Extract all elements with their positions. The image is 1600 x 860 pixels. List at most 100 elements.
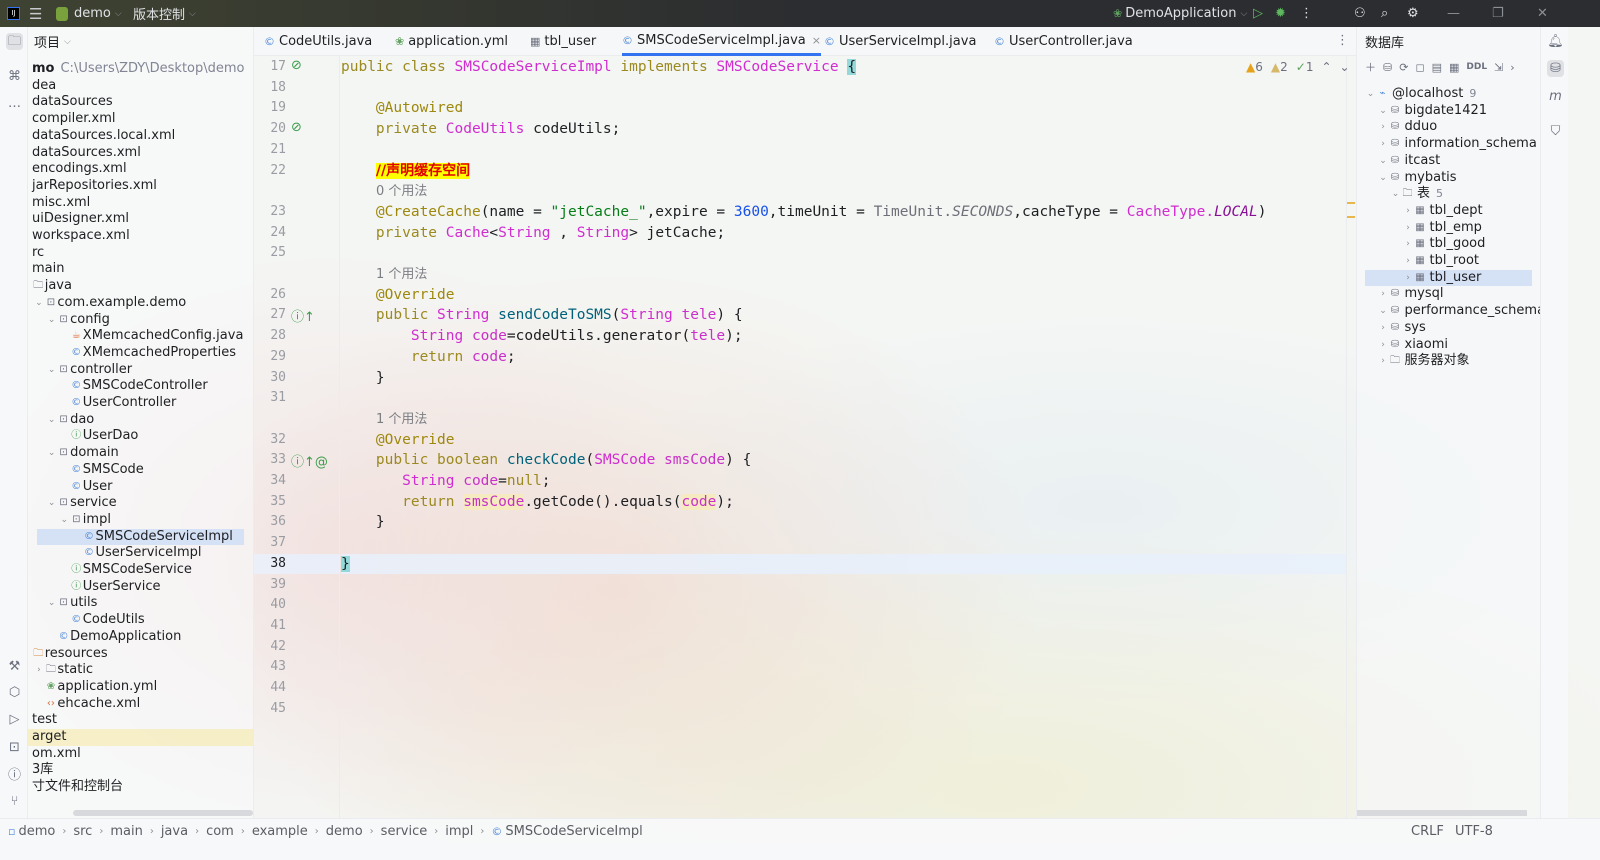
db-tree-item[interactable]: › ⛁ xiaomi bbox=[1357, 337, 1540, 354]
tree-item[interactable]: ⌄ ⊡ domain bbox=[28, 445, 253, 462]
usage-hint-text[interactable]: 0 个用法 bbox=[376, 184, 427, 199]
tree-item[interactable]: © SMSCode bbox=[28, 462, 253, 479]
tree-item[interactable]: 🗀 java bbox=[28, 278, 253, 295]
settings-icon[interactable]: ⚙ bbox=[1407, 0, 1419, 27]
file-encoding[interactable]: UTF-8 bbox=[1455, 824, 1493, 839]
db-tree-item[interactable]: ⌄ ⌁ @localhost 9 bbox=[1357, 86, 1540, 103]
tab-application-yml[interactable]: ❀ application.yml bbox=[395, 27, 508, 56]
breadcrumb-item[interactable]: SMSCodeServiceImpl bbox=[505, 824, 642, 839]
jump-icon[interactable]: ⇲ bbox=[1494, 61, 1503, 74]
bean-injection-icon[interactable]: ⊘ bbox=[291, 120, 302, 135]
maven-icon[interactable]: m bbox=[1547, 88, 1564, 105]
build-icon[interactable]: ⚒ bbox=[6, 658, 23, 675]
chevron-down-icon[interactable]: ⌄ bbox=[1378, 103, 1389, 120]
db-tree-item[interactable]: › ⛁ sys bbox=[1357, 320, 1540, 337]
table-view-icon[interactable]: ▦ bbox=[1449, 61, 1459, 74]
implemented-override-icon[interactable]: ⓘ↑@ bbox=[291, 451, 328, 470]
refresh-icon[interactable]: ⟳ bbox=[1399, 61, 1408, 74]
chevron-down-icon[interactable]: ⌄ bbox=[1378, 170, 1389, 187]
tab-codeutils-java[interactable]: © CodeUtils.java bbox=[264, 27, 372, 56]
code-editor[interactable]: public class SMSCodeServiceImpl implemen… bbox=[341, 56, 1346, 818]
chevron-down-icon[interactable]: ⌄ bbox=[46, 595, 57, 612]
structure-tool-icon[interactable]: ⌘ bbox=[6, 68, 23, 85]
chevron-right-icon[interactable]: › bbox=[1403, 203, 1414, 220]
db-tree-item[interactable]: › ▦ tbl_emp bbox=[1357, 220, 1540, 237]
next-highlight-icon[interactable]: ⌄ bbox=[1340, 60, 1350, 74]
tree-item[interactable]: © CodeUtils bbox=[28, 612, 253, 629]
notifications-icon[interactable]: 🔔︎ bbox=[1547, 33, 1564, 50]
tree-item[interactable]: © SMSCodeController bbox=[28, 378, 253, 395]
breadcrumb-item[interactable]: example bbox=[252, 824, 308, 839]
more-tools-icon[interactable]: … bbox=[6, 95, 23, 112]
run-tool-icon[interactable]: ▷ bbox=[6, 711, 23, 728]
db-tree-item[interactable]: ⌄ ⛁ bigdate1421 bbox=[1357, 103, 1540, 120]
chevron-right-icon[interactable]: › bbox=[1378, 119, 1389, 136]
chevron-down-icon[interactable]: ⌄ bbox=[46, 495, 57, 512]
breadcrumb-item[interactable]: com bbox=[206, 824, 234, 839]
tree-item[interactable]: misc.xml bbox=[28, 195, 253, 212]
tree-item[interactable]: workspace.xml bbox=[28, 228, 253, 245]
add-icon[interactable]: ＋ bbox=[1365, 59, 1376, 75]
usage-hint-text[interactable]: 1 个用法 bbox=[376, 267, 427, 282]
services-icon[interactable]: ⬡ bbox=[6, 684, 23, 701]
close-icon[interactable]: ✕ bbox=[1537, 0, 1548, 27]
tree-item[interactable]: mo C:\Users\ZDY\Desktop\demo bbox=[28, 61, 253, 78]
ddl-button[interactable]: DDL bbox=[1466, 62, 1487, 72]
db-tree-item[interactable]: ⌄ 🗀 表 5 bbox=[1357, 186, 1540, 203]
tree-item[interactable]: uiDesigner.xml bbox=[28, 211, 253, 228]
tree-item[interactable]: dataSources bbox=[28, 94, 253, 111]
chevron-right-icon[interactable]: › bbox=[1403, 253, 1414, 270]
tree-item[interactable]: 寸文件和控制台 bbox=[28, 779, 253, 796]
chevron-down-icon[interactable]: ⌄ bbox=[1378, 153, 1389, 170]
tree-item[interactable]: ⓘ UserDao bbox=[28, 428, 253, 445]
git-icon[interactable]: ⑂ bbox=[6, 793, 23, 810]
chevron-down-icon[interactable]: ⌄ bbox=[46, 412, 57, 429]
tree-item[interactable]: rc bbox=[28, 245, 253, 262]
implements-method-icon[interactable]: ⓘ↑ bbox=[291, 306, 315, 325]
tree-item[interactable]: jarRepositories.xml bbox=[28, 178, 253, 195]
db-tree-item[interactable]: › ▦ tbl_good bbox=[1357, 236, 1540, 253]
tab-close-icon[interactable]: × bbox=[812, 34, 821, 47]
minimize-icon[interactable]: — bbox=[1447, 0, 1460, 27]
breadcrumb-item[interactable]: java bbox=[161, 824, 188, 839]
editor-scrollbar[interactable] bbox=[1346, 56, 1355, 818]
breadcrumb-item[interactable]: src bbox=[73, 824, 92, 839]
chevron-down-icon[interactable]: ⌄ bbox=[1378, 303, 1389, 320]
chevron-right-icon[interactable]: › bbox=[1378, 337, 1389, 354]
inspection-widget[interactable]: ▲6 ▲2 ✓1 ⌃ ⌄ bbox=[1246, 58, 1350, 76]
project-panel-header[interactable]: 项目 ⌵ bbox=[34, 32, 71, 51]
chevron-down-icon[interactable]: ⌄ bbox=[46, 362, 57, 379]
breadcrumb-item[interactable]: demo bbox=[18, 824, 55, 839]
tab-smscodeserviceimpl-java[interactable]: © SMSCodeServiceImpl.java × bbox=[622, 27, 821, 56]
chevron-right-icon[interactable]: › bbox=[1378, 286, 1389, 303]
db-tree-item[interactable]: › ⛁ information_schema bbox=[1357, 136, 1540, 153]
db-tree-item[interactable]: › 🗀 服务器对象 bbox=[1357, 353, 1540, 370]
tree-item[interactable]: 🗀 resources bbox=[28, 646, 253, 663]
tree-item[interactable]: om.xml bbox=[28, 746, 253, 763]
tree-item[interactable]: ❀ application.yml bbox=[28, 679, 253, 696]
tree-item[interactable]: test bbox=[28, 712, 253, 729]
tree-item[interactable]: © UserController bbox=[28, 395, 253, 412]
tree-item[interactable]: © SMSCodeServiceImpl bbox=[37, 528, 244, 546]
tab-userserviceimpl-java[interactable]: © UserServiceImpl.java bbox=[824, 27, 976, 56]
tree-item[interactable]: dataSources.local.xml bbox=[28, 128, 253, 145]
problems-icon[interactable]: ⓘ bbox=[6, 767, 23, 784]
bean-injection-icon[interactable]: ⊘ bbox=[291, 58, 302, 73]
vcs-menu[interactable]: 版本控制 ⌵ bbox=[133, 0, 196, 27]
breadcrumb-item[interactable]: main bbox=[110, 824, 142, 839]
tree-item[interactable]: © DemoApplication bbox=[28, 629, 253, 646]
tree-item[interactable]: 3库 bbox=[28, 762, 253, 779]
tab-tbl-user[interactable]: ▦ tbl_user bbox=[530, 27, 596, 56]
console-icon[interactable]: ▤ bbox=[1432, 61, 1442, 74]
chevron-right-icon[interactable]: › bbox=[1403, 236, 1414, 253]
debug-icon[interactable]: ✹ bbox=[1275, 0, 1286, 27]
tree-item[interactable]: © User bbox=[28, 479, 253, 496]
expand-toolbar-icon[interactable]: › bbox=[1510, 61, 1514, 74]
chevron-down-icon[interactable]: ⌄ bbox=[1390, 186, 1401, 203]
db-tree-item[interactable]: › ▦ tbl_dept bbox=[1357, 203, 1540, 220]
tree-item[interactable]: ⌄ ⊡ impl bbox=[28, 512, 253, 529]
tree-item[interactable]: dataSources.xml bbox=[28, 145, 253, 162]
horizontal-scrollbar[interactable] bbox=[73, 810, 253, 816]
tree-item[interactable]: ⌄ ⊡ dao bbox=[28, 412, 253, 429]
tree-item[interactable]: ⌄ ⊡ controller bbox=[28, 362, 253, 379]
